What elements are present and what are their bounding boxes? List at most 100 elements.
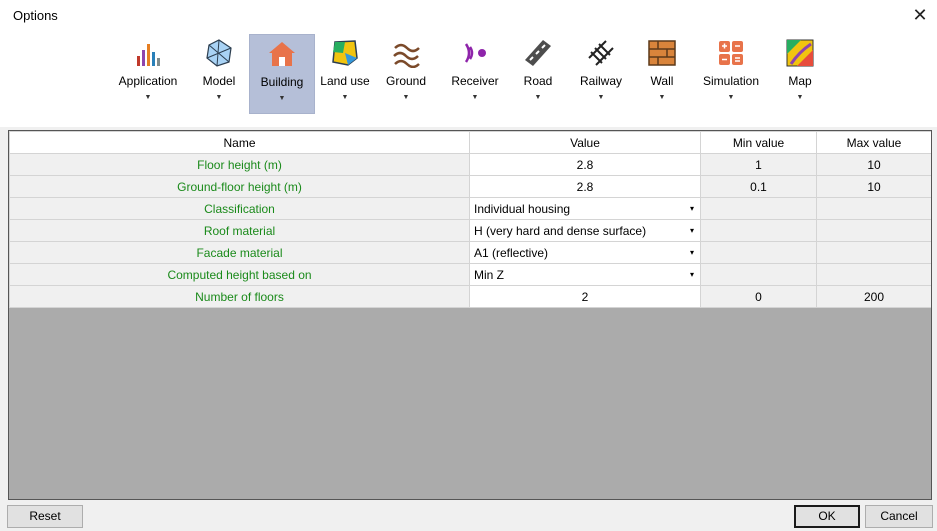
max-value: 200 <box>816 285 931 308</box>
tab-railway[interactable]: Railway ▼ <box>573 34 629 114</box>
table-row: Roof material H (very hard and dense sur… <box>9 219 931 242</box>
tab-wall[interactable]: Wall ▼ <box>640 34 684 114</box>
tab-application[interactable]: Application ▼ <box>115 34 181 114</box>
max-value: 10 <box>816 153 931 176</box>
value-field[interactable]: 2 <box>469 285 701 308</box>
chevron-down-icon: ▼ <box>597 94 605 101</box>
tab-road[interactable]: Road ▼ <box>515 34 561 114</box>
max-value <box>816 241 931 264</box>
min-value <box>700 197 817 220</box>
properties-table: Name Value Min value Max value Floor hei… <box>9 131 931 308</box>
row-name: Number of floors <box>9 285 470 308</box>
tab-label: Ground <box>385 74 427 88</box>
model-icon <box>206 39 232 67</box>
dropdown-arrow-icon[interactable]: ▾ <box>684 242 700 263</box>
tab-building[interactable]: Building ▼ <box>249 34 315 114</box>
chevron-down-icon: ▼ <box>534 94 542 101</box>
table-row: Floor height (m) 2.8 1 10 <box>9 153 931 176</box>
row-name: Facade material <box>9 241 470 264</box>
chevron-down-icon: ▼ <box>471 94 479 101</box>
tab-label: Wall <box>650 74 674 88</box>
reset-button[interactable]: Reset <box>7 505 83 528</box>
min-value <box>700 263 817 286</box>
table-row: Ground-floor height (m) 2.8 0.1 10 <box>9 175 931 198</box>
max-value <box>816 263 931 286</box>
value-select[interactable]: H (very hard and dense surface) ▾ <box>469 219 701 242</box>
min-value <box>700 219 817 242</box>
table-row: Facade material A1 (reflective) ▾ <box>9 241 931 264</box>
tab-label: Receiver <box>451 74 499 88</box>
value-field[interactable]: 2.8 <box>469 175 701 198</box>
chevron-down-icon: ▼ <box>144 94 152 101</box>
chevron-down-icon: ▼ <box>658 94 666 101</box>
max-value <box>816 197 931 220</box>
application-icon <box>137 44 160 66</box>
min-value <box>700 241 817 264</box>
table-row: Computed height based on Min Z ▾ <box>9 263 931 286</box>
max-value <box>816 219 931 242</box>
tab-ground[interactable]: Ground ▼ <box>381 34 431 114</box>
header-row: Name Value Min value Max value <box>9 131 931 154</box>
dropdown-arrow-icon[interactable]: ▾ <box>684 264 700 285</box>
max-value: 10 <box>816 175 931 198</box>
receiver-icon <box>464 43 486 63</box>
min-value: 1 <box>700 153 817 176</box>
row-name: Classification <box>9 197 470 220</box>
header-name[interactable]: Name <box>9 131 470 154</box>
chevron-down-icon: ▼ <box>278 95 286 102</box>
tab-label: Map <box>788 74 812 88</box>
simulation-icon <box>719 41 743 65</box>
value-field[interactable]: 2.8 <box>469 153 701 176</box>
chevron-down-icon: ▼ <box>796 94 804 101</box>
row-name: Roof material <box>9 219 470 242</box>
chevron-down-icon: ▼ <box>215 94 223 101</box>
railway-icon <box>588 40 614 66</box>
tab-label: Land use <box>320 74 370 88</box>
tab-label: Building <box>260 75 304 89</box>
chevron-down-icon: ▼ <box>727 94 735 101</box>
ok-button[interactable]: OK <box>794 505 860 528</box>
value-select[interactable]: Individual housing ▾ <box>469 197 701 220</box>
select-value: Min Z <box>474 267 504 282</box>
land-use-icon <box>332 40 358 66</box>
title-bar: Options ✕ <box>0 0 937 31</box>
row-name: Floor height (m) <box>9 153 470 176</box>
close-icon[interactable]: ✕ <box>909 4 931 26</box>
min-value: 0 <box>700 285 817 308</box>
header-value[interactable]: Value <box>469 131 701 154</box>
value-select[interactable]: Min Z ▾ <box>469 263 701 286</box>
category-toolbar: Application ▼ Model ▼ Building ▼ Land us… <box>0 31 937 127</box>
window-title: Options <box>13 8 58 23</box>
properties-grid: Name Value Min value Max value Floor hei… <box>8 130 932 500</box>
tab-label: Application <box>118 74 178 88</box>
tab-map[interactable]: Map ▼ <box>778 34 822 114</box>
select-value: A1 (reflective) <box>474 245 549 260</box>
row-name: Ground-floor height (m) <box>9 175 470 198</box>
tab-label: Railway <box>579 74 622 88</box>
header-max[interactable]: Max value <box>816 131 931 154</box>
tab-receiver[interactable]: Receiver ▼ <box>447 34 503 114</box>
tab-label: Model <box>202 74 236 88</box>
tab-land-use[interactable]: Land use ▼ <box>318 34 372 114</box>
road-icon <box>525 40 551 66</box>
select-value: Individual housing <box>474 201 571 216</box>
tab-label: Road <box>523 74 553 88</box>
tab-simulation[interactable]: Simulation ▼ <box>698 34 764 114</box>
min-value: 0.1 <box>700 175 817 198</box>
tab-model[interactable]: Model ▼ <box>193 34 245 114</box>
building-icon <box>269 42 295 66</box>
select-value: H (very hard and dense surface) <box>474 223 647 238</box>
table-row: Classification Individual housing ▾ <box>9 197 931 220</box>
wall-icon <box>648 40 676 66</box>
chevron-down-icon: ▼ <box>402 94 410 101</box>
cancel-button[interactable]: Cancel <box>865 505 933 528</box>
dropdown-arrow-icon[interactable]: ▾ <box>684 220 700 241</box>
chevron-down-icon: ▼ <box>341 94 349 101</box>
ground-icon <box>393 43 420 68</box>
table-row: Number of floors 2 0 200 <box>9 285 931 308</box>
dropdown-arrow-icon[interactable]: ▾ <box>684 198 700 219</box>
map-icon <box>786 39 814 67</box>
value-select[interactable]: A1 (reflective) ▾ <box>469 241 701 264</box>
header-min[interactable]: Min value <box>700 131 817 154</box>
row-name: Computed height based on <box>9 263 470 286</box>
